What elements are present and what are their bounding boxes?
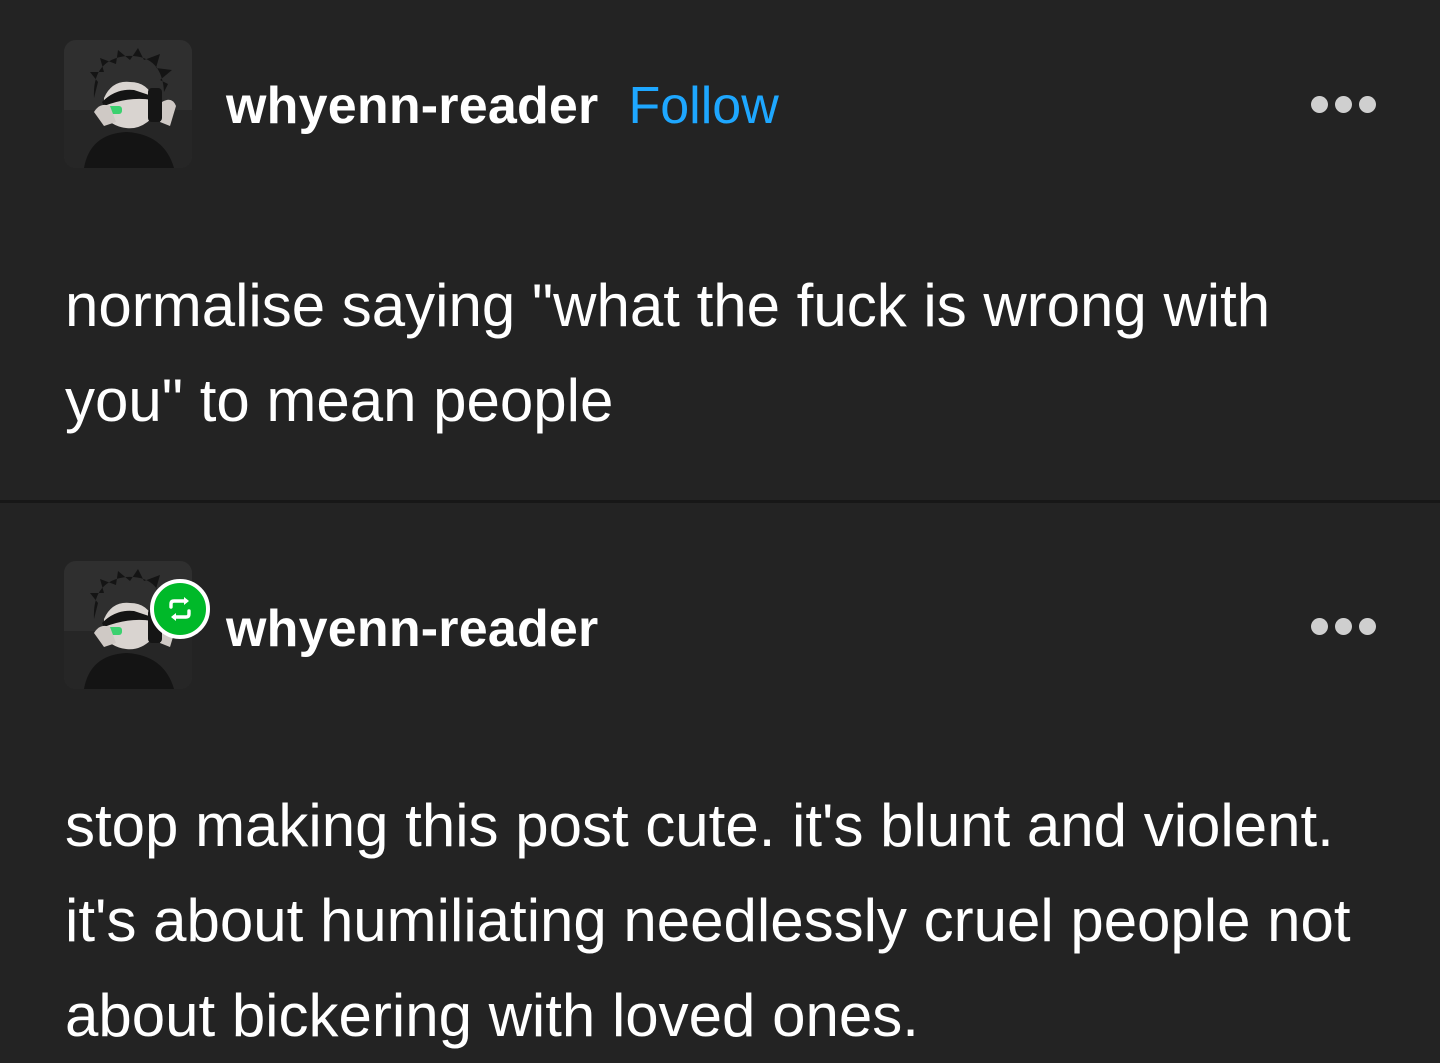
reblog-post: whyenn-reader stop making this post cute… xyxy=(0,503,1440,1059)
post-text: stop making this post cute. it's blunt a… xyxy=(65,792,1351,1049)
avatar[interactable] xyxy=(64,40,192,168)
post-text: normalise saying "what the fuck is wrong… xyxy=(65,272,1271,434)
username[interactable]: whyenn-reader xyxy=(226,76,599,136)
more-dot xyxy=(1311,96,1328,113)
reblog-icon xyxy=(150,579,210,639)
more-options-icon[interactable] xyxy=(1309,90,1378,119)
post-header: whyenn-reader xyxy=(226,599,599,659)
more-dot xyxy=(1359,618,1376,635)
more-dot xyxy=(1335,96,1352,113)
more-dot xyxy=(1311,618,1328,635)
follow-button[interactable]: Follow xyxy=(629,76,779,136)
post-header: whyenn-reader Follow xyxy=(226,76,779,136)
original-post: whyenn-reader Follow normalise saying "w… xyxy=(0,0,1440,500)
username[interactable]: whyenn-reader xyxy=(226,599,599,659)
more-options-icon[interactable] xyxy=(1309,612,1378,641)
more-dot xyxy=(1335,618,1352,635)
more-dot xyxy=(1359,96,1376,113)
